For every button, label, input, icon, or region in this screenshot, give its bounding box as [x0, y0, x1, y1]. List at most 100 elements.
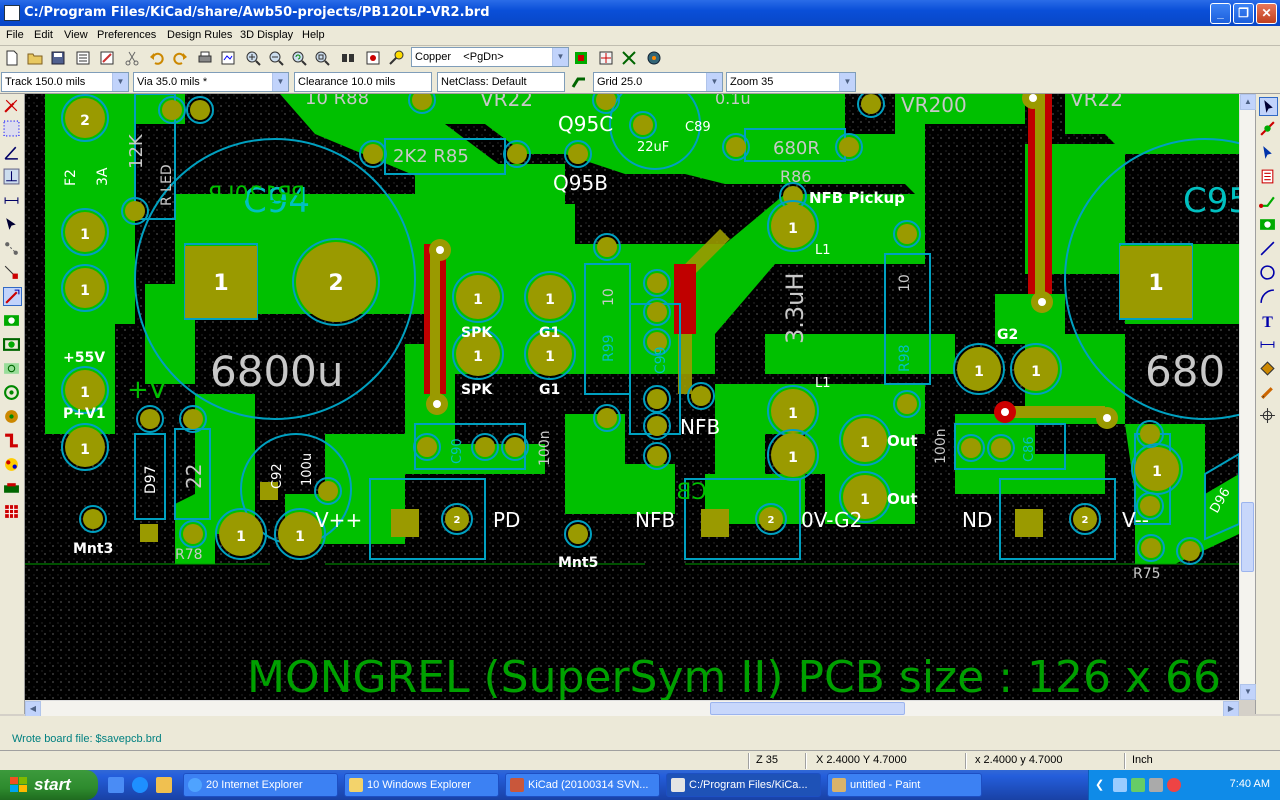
taskbar-item-paint[interactable]: untitled - Paint: [827, 773, 982, 797]
scroll-right-icon[interactable]: ▶: [1223, 701, 1239, 717]
clearance-field: Clearance 10.0 mils: [294, 72, 432, 92]
pad-sketch-icon[interactable]: [3, 384, 22, 403]
zoom-select[interactable]: Zoom 35 ▼: [726, 72, 856, 92]
start-button[interactable]: start: [0, 770, 98, 800]
taskbar-item-pcbnew[interactable]: C:/Program Files/KiCa...: [666, 773, 821, 797]
menu-bar: File Edit View Preferences Design Rules …: [0, 26, 1280, 46]
python-icon[interactable]: [645, 49, 663, 67]
menu-design-rules[interactable]: Design Rules: [167, 29, 232, 41]
add-zone-icon[interactable]: [1259, 216, 1278, 235]
network-tray-icon[interactable]: [1113, 778, 1127, 792]
close-button[interactable]: ✕: [1256, 3, 1277, 24]
scroll-left-icon[interactable]: ◀: [25, 701, 41, 717]
polar-coords-icon[interactable]: [3, 144, 22, 163]
grid-display-icon[interactable]: [3, 120, 22, 139]
scroll-up-icon[interactable]: ▲: [1240, 94, 1256, 110]
auto-delete-track-icon[interactable]: [3, 287, 22, 306]
layer-alignment-icon[interactable]: [1259, 360, 1278, 379]
page-settings-icon[interactable]: [74, 49, 92, 67]
tray-expand-icon[interactable]: ❮: [1095, 778, 1104, 791]
pad: [568, 144, 588, 164]
show-desktop-icon[interactable]: [108, 777, 124, 793]
taskbar-item-label: KiCad (20100314 SVN...: [528, 779, 649, 791]
open-file-icon[interactable]: [26, 49, 44, 67]
security-tray-icon[interactable]: [1167, 778, 1181, 792]
pad-number: 2: [768, 515, 775, 526]
select-arrow-icon[interactable]: [1259, 97, 1278, 116]
wifi-tray-icon[interactable]: [1131, 778, 1145, 792]
menu-preferences[interactable]: Preferences: [97, 29, 156, 41]
redraw-icon[interactable]: [290, 49, 308, 67]
taskbar-item-internet-explorer[interactable]: 20 Internet Explorer: [183, 773, 338, 797]
show-zones-icon[interactable]: [3, 312, 22, 331]
add-text-icon[interactable]: T: [1259, 312, 1278, 331]
net-highlight-icon[interactable]: [1259, 120, 1278, 139]
taskbar-item-label: untitled - Paint: [850, 779, 921, 791]
ratsnest-show-icon[interactable]: [3, 240, 22, 259]
drc-icon[interactable]: [387, 49, 405, 67]
units-mm-icon[interactable]: [3, 192, 22, 211]
vertical-scroll-thumb[interactable]: [1241, 502, 1254, 572]
track-sketch-icon[interactable]: [3, 432, 22, 451]
route-track-icon[interactable]: [1259, 192, 1278, 211]
taskbar-item-windows-explorer[interactable]: 10 Windows Explorer: [344, 773, 499, 797]
menu-edit[interactable]: Edit: [34, 29, 53, 41]
layer-pair-icon[interactable]: [572, 49, 590, 67]
grid-select[interactable]: Grid 25.0 ▼: [593, 72, 723, 92]
track-width-select[interactable]: Track 150.0 mils ▼: [1, 72, 129, 92]
zoom-out-icon[interactable]: [267, 49, 285, 67]
via-sketch-icon[interactable]: [3, 408, 22, 427]
zoom-in-icon[interactable]: [244, 49, 262, 67]
volume-tray-icon[interactable]: [1149, 778, 1163, 792]
delete-items-icon[interactable]: [1259, 384, 1278, 403]
pcb-drawing[interactable]: 2111111111111111222111 1 2 1 C94 C95 680…: [25, 94, 1239, 700]
auto-track-width-icon[interactable]: [570, 74, 588, 92]
undo-icon[interactable]: [148, 49, 166, 67]
draw-line-icon[interactable]: [1259, 240, 1278, 259]
menu-file[interactable]: File: [6, 29, 24, 41]
module-ratsnest-icon[interactable]: [3, 264, 22, 283]
menu-help[interactable]: Help: [302, 29, 325, 41]
offset-origin-icon[interactable]: [1259, 407, 1278, 426]
draw-arc-icon[interactable]: [1259, 288, 1278, 307]
scroll-down-icon[interactable]: ▼: [1240, 684, 1256, 700]
minimize-button[interactable]: _: [1210, 3, 1231, 24]
zones-fill-icon[interactable]: [3, 360, 22, 379]
units-inch-icon[interactable]: [3, 168, 22, 187]
dimension-icon[interactable]: [1259, 336, 1278, 355]
via-size-select[interactable]: Via 35.0 mils * ▼: [133, 72, 289, 92]
pcb-canvas[interactable]: 2111111111111111222111 1 2 1 C94 C95 680…: [25, 94, 1239, 700]
zoom-fit-icon[interactable]: [313, 49, 331, 67]
layers-manager-icon[interactable]: [3, 503, 22, 522]
menu-view[interactable]: View: [64, 29, 88, 41]
add-module-icon[interactable]: [1259, 168, 1278, 187]
high-contrast-icon[interactable]: [3, 456, 22, 475]
menu-3d-display[interactable]: 3D Display: [240, 29, 293, 41]
local-ratsnest-icon[interactable]: [1259, 144, 1278, 163]
ratsnest-icon[interactable]: [620, 49, 638, 67]
cursor-shape-icon[interactable]: [3, 216, 22, 235]
vertical-scrollbar[interactable]: ▲ ▼: [1239, 94, 1256, 700]
maximize-button[interactable]: ❐: [1233, 3, 1254, 24]
module-editor-icon[interactable]: [98, 49, 116, 67]
zones-outline-icon[interactable]: [3, 336, 22, 355]
media-quicklaunch-icon[interactable]: [156, 777, 172, 793]
save-icon[interactable]: [49, 49, 67, 67]
layer-select[interactable]: Copper <PgDn> ▼: [411, 47, 569, 67]
redo-icon[interactable]: [171, 49, 189, 67]
pad: [597, 408, 617, 428]
horizontal-scrollbar[interactable]: ◀ ▶: [25, 700, 1239, 717]
horizontal-scroll-thumb[interactable]: [710, 702, 905, 715]
microwave-toolbar-icon[interactable]: [3, 480, 22, 499]
cut-icon[interactable]: [123, 49, 141, 67]
draw-circle-icon[interactable]: [1259, 264, 1278, 283]
plot-icon[interactable]: [219, 49, 237, 67]
autoroute-icon[interactable]: [597, 49, 615, 67]
print-icon[interactable]: [196, 49, 214, 67]
netlist-icon[interactable]: [364, 49, 382, 67]
new-board-icon[interactable]: [3, 49, 21, 67]
taskbar-item-kicad[interactable]: KiCad (20100314 SVN...: [505, 773, 660, 797]
find-icon[interactable]: [339, 49, 357, 67]
ie-quicklaunch-icon[interactable]: [132, 777, 148, 793]
drc-off-icon[interactable]: [3, 97, 22, 116]
